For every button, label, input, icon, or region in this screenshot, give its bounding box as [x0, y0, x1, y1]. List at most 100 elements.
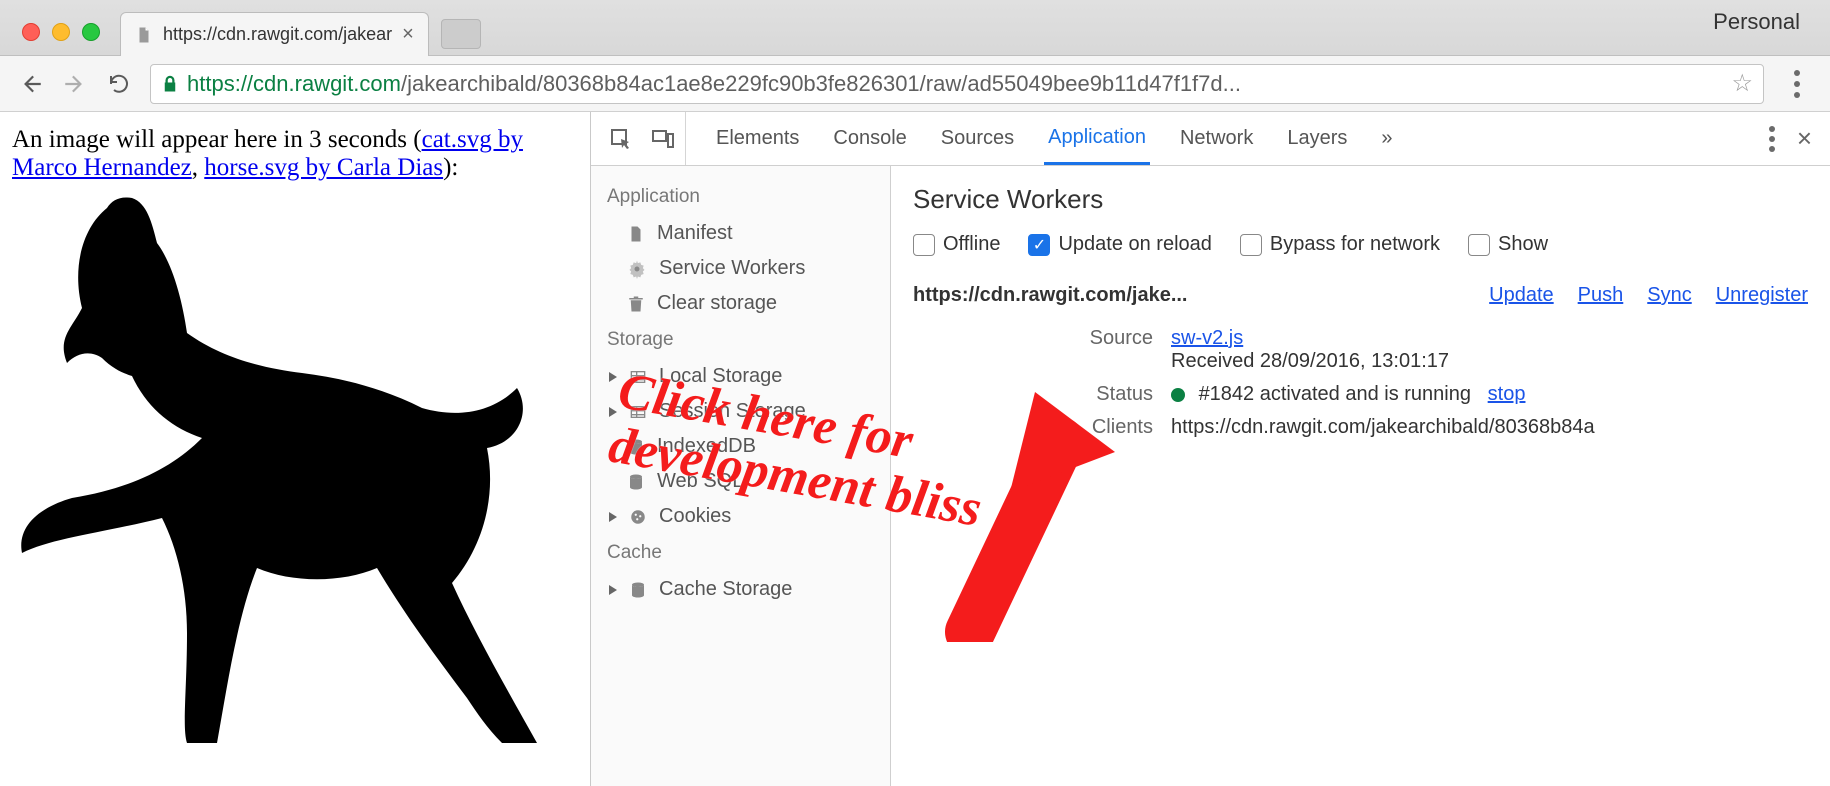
sidebar-label: Clear storage: [657, 292, 777, 315]
sidebar-label: Cookies: [659, 505, 731, 528]
minimize-window-button[interactable]: [52, 23, 70, 41]
trash-icon: [627, 294, 645, 314]
show-checkbox[interactable]: Show: [1468, 233, 1548, 256]
sidebar-label: Manifest: [657, 222, 733, 245]
tab-elements[interactable]: Elements: [712, 112, 803, 165]
panel-title: Service Workers: [913, 184, 1808, 215]
sw-action-push[interactable]: Push: [1578, 284, 1624, 307]
close-window-button[interactable]: [22, 23, 40, 41]
tab-network[interactable]: Network: [1176, 112, 1257, 165]
tree-expand-icon[interactable]: [609, 512, 617, 522]
devtools-sidebar: Application Manifest Service Workers Cle…: [591, 166, 891, 786]
device-toggle-icon[interactable]: [651, 127, 675, 151]
url-scheme: https: [187, 71, 235, 97]
horse-image: [12, 188, 578, 748]
page-text-after: ):: [443, 154, 458, 181]
devtools: Elements Console Sources Application Net…: [590, 112, 1830, 786]
lock-icon: [161, 75, 179, 93]
sidebar-label: Session Storage: [659, 400, 806, 423]
offline-checkbox[interactable]: Offline: [913, 233, 1000, 256]
sidebar-label: Local Storage: [659, 365, 782, 388]
sw-source-link[interactable]: sw-v2.js: [1171, 327, 1243, 349]
sw-status-label: Status: [1053, 383, 1153, 406]
sidebar-item-manifest[interactable]: Manifest: [591, 216, 890, 251]
sw-action-unregister[interactable]: Unregister: [1716, 284, 1808, 307]
url-host: ://cdn.rawgit.com: [235, 71, 401, 97]
tab-strip: https://cdn.rawgit.com/jakear × Personal: [0, 0, 1830, 56]
sw-action-sync[interactable]: Sync: [1647, 284, 1691, 307]
tree-expand-icon[interactable]: [609, 372, 617, 382]
sidebar-section-storage: Storage: [591, 321, 890, 359]
tab-sources[interactable]: Sources: [937, 112, 1018, 165]
tree-expand-icon[interactable]: [609, 407, 617, 417]
checkbox-label: Show: [1498, 233, 1548, 256]
sidebar-item-session-storage[interactable]: Session Storage: [591, 394, 890, 429]
sidebar-section-application: Application: [591, 178, 890, 216]
back-button[interactable]: [18, 71, 44, 97]
new-tab-button[interactable]: [441, 19, 481, 49]
close-tab-icon[interactable]: ×: [402, 23, 414, 46]
sw-clients-label: Clients: [1053, 416, 1153, 439]
database-icon: [627, 473, 645, 491]
profile-label[interactable]: Personal: [1713, 9, 1818, 47]
tab-layers[interactable]: Layers: [1283, 112, 1351, 165]
file-icon: [135, 24, 153, 46]
sidebar-item-cookies[interactable]: Cookies: [591, 499, 890, 534]
sidebar-item-indexeddb[interactable]: IndexedDB: [591, 429, 890, 464]
forward-button[interactable]: [62, 71, 88, 97]
reload-button[interactable]: [106, 71, 132, 97]
sw-action-update[interactable]: Update: [1489, 284, 1554, 307]
checkbox-row: Offline ✓Update on reload Bypass for net…: [913, 233, 1808, 256]
tab-application[interactable]: Application: [1044, 112, 1150, 165]
browser-menu-button[interactable]: [1782, 70, 1812, 98]
bypass-for-network-checkbox[interactable]: Bypass for network: [1240, 233, 1440, 256]
document-icon: [627, 224, 645, 244]
sidebar-label: Cache Storage: [659, 578, 792, 601]
page-text: An image will appear here in 3 seconds (…: [12, 126, 578, 182]
sidebar-item-web-sql[interactable]: Web SQL: [591, 464, 890, 499]
tab-title: https://cdn.rawgit.com/jakear: [163, 24, 392, 45]
grid-icon: [629, 369, 647, 385]
window-controls: [12, 23, 120, 55]
checkbox-label: Update on reload: [1058, 233, 1211, 256]
devtools-tabbar: Elements Console Sources Application Net…: [591, 112, 1830, 166]
maximize-window-button[interactable]: [82, 23, 100, 41]
link-horse-svg[interactable]: horse.svg by Carla Dias: [204, 154, 443, 181]
sw-scope-row: https://cdn.rawgit.com/jake... Update Pu…: [913, 284, 1808, 307]
url-path: /jakearchibald/80368b84ac1ae8e229fc90b3f…: [401, 71, 1241, 97]
sidebar-item-local-storage[interactable]: Local Storage: [591, 359, 890, 394]
page-viewport: An image will appear here in 3 seconds (…: [0, 112, 590, 786]
checkbox-label: Offline: [943, 233, 1000, 256]
sidebar-section-cache: Cache: [591, 534, 890, 572]
inspect-icon[interactable]: [609, 127, 633, 151]
update-on-reload-checkbox[interactable]: ✓Update on reload: [1028, 233, 1211, 256]
page-text-before: An image will appear here in 3 seconds (: [12, 126, 422, 153]
sidebar-label: Web SQL: [657, 470, 743, 493]
cookie-icon: [629, 508, 647, 526]
sidebar-item-clear-storage[interactable]: Clear storage: [591, 286, 890, 321]
content-area: An image will appear here in 3 seconds (…: [0, 112, 1830, 786]
tab-console[interactable]: Console: [829, 112, 910, 165]
sw-clients-value: https://cdn.rawgit.com/jakearchibald/803…: [1171, 416, 1808, 439]
database-icon: [629, 581, 647, 599]
tabs-overflow[interactable]: »: [1377, 112, 1396, 165]
database-icon: [627, 438, 645, 456]
tree-expand-icon[interactable]: [609, 585, 617, 595]
sw-status-text: #1842 activated and is running: [1199, 383, 1471, 405]
browser-tab[interactable]: https://cdn.rawgit.com/jakear ×: [120, 12, 429, 56]
toolbar: https://cdn.rawgit.com/jakearchibald/803…: [0, 56, 1830, 112]
devtools-main-panel: Service Workers Offline ✓Update on reloa…: [891, 166, 1830, 786]
address-bar[interactable]: https://cdn.rawgit.com/jakearchibald/803…: [150, 64, 1764, 104]
sidebar-item-cache-storage[interactable]: Cache Storage: [591, 572, 890, 607]
gear-icon: [627, 259, 647, 279]
page-sep: ,: [192, 154, 205, 181]
grid-icon: [629, 404, 647, 420]
sidebar-label: IndexedDB: [657, 435, 756, 458]
sw-details: Source sw-v2.js Received 28/09/2016, 13:…: [1053, 327, 1808, 439]
devtools-menu-button[interactable]: [1769, 126, 1775, 152]
bookmark-star-icon[interactable]: ☆: [1731, 69, 1753, 98]
devtools-close-icon[interactable]: ×: [1797, 123, 1812, 154]
checkbox-label: Bypass for network: [1270, 233, 1440, 256]
sidebar-item-service-workers[interactable]: Service Workers: [591, 251, 890, 286]
sw-stop-link[interactable]: stop: [1488, 383, 1526, 405]
